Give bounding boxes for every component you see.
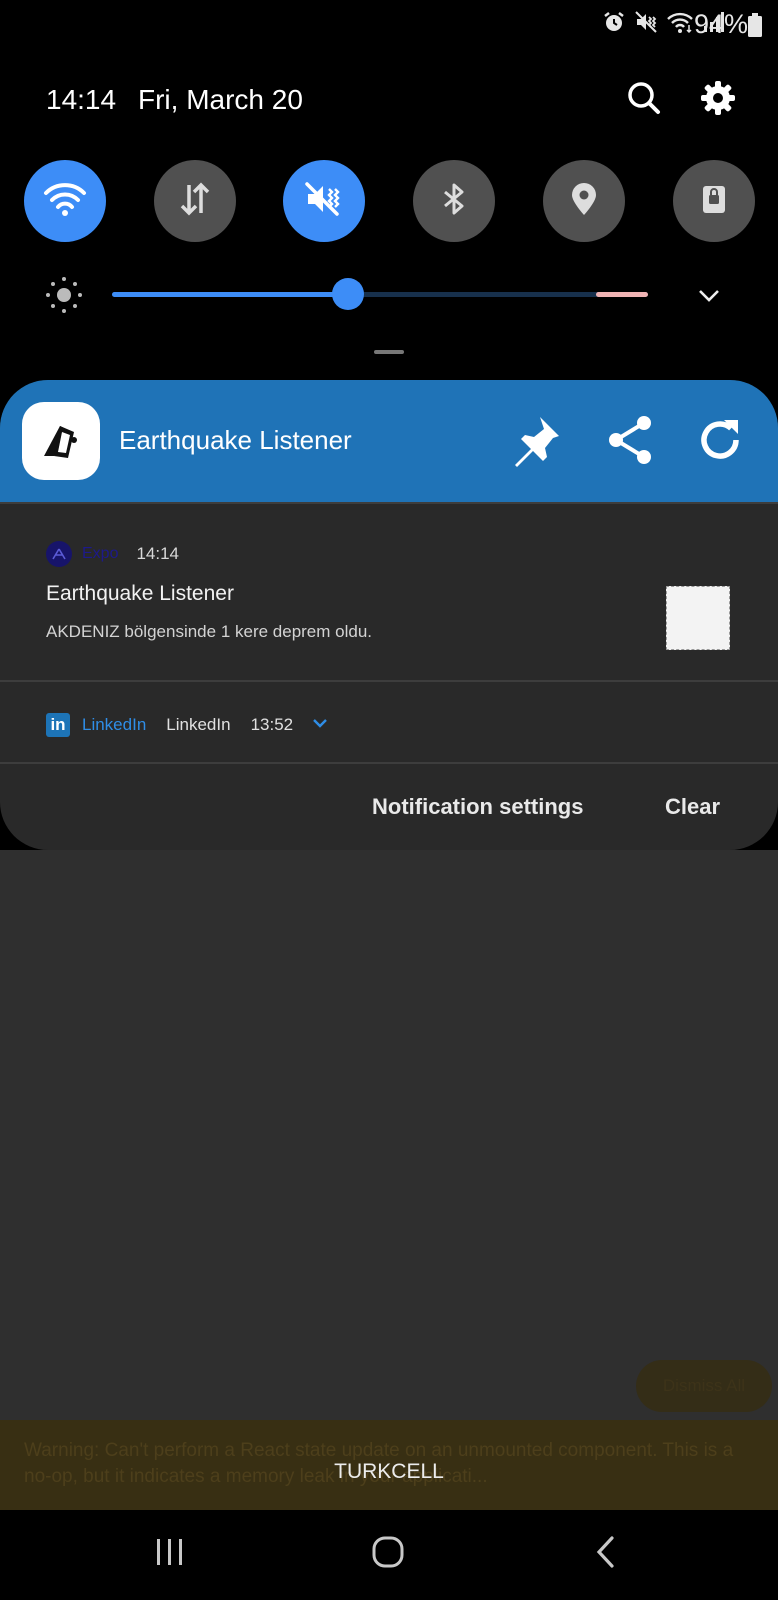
vibrate-icon [304,181,344,222]
source-app-name: Expo [82,545,119,562]
battery-percentage: 94% [693,9,748,39]
notification-time: 14:14 [136,544,180,563]
wifi-icon [43,181,87,222]
lock-icon [696,181,732,222]
navigation-bar [0,1510,778,1600]
gear-icon [700,80,736,121]
notification-title: LinkedIn [166,715,231,734]
clock: 14:14 [46,84,117,115]
battery-icon [748,13,762,42]
wifi-icon [666,10,694,39]
bluetooth-tile[interactable] [413,160,495,242]
date: Fri, March 20 [138,84,303,115]
notification-body: AKDENIZ bölgensinde 1 kere deprem oldu. [46,622,373,641]
home-button[interactable] [358,1532,418,1576]
panel-header: 14:14 Fri, March 20 [0,80,778,120]
mobile-data-tile[interactable] [154,160,236,242]
panel-drag-handle[interactable] [374,350,404,354]
alarm-icon [602,10,626,39]
settings-button[interactable] [698,80,738,120]
expo-icon [46,541,72,567]
notification-thumbnail [666,586,730,650]
divider [0,762,778,764]
clear-button[interactable]: Clear [665,794,720,820]
home-icon [371,1535,405,1574]
status-bar: 94% [0,0,778,48]
wifi-tile[interactable] [24,160,106,242]
notification-title: Earthquake Listener [46,582,234,605]
screen-lock-tile[interactable] [673,160,755,242]
expand-chevron-icon[interactable] [696,282,722,313]
back-button[interactable] [576,1532,636,1576]
sound-tile[interactable] [283,160,365,242]
bluetooth-icon [436,181,472,222]
brightness-slider-max-segment [596,292,648,297]
location-pin-icon [566,181,602,222]
quick-settings-tiles [24,160,756,242]
linkedin-notification[interactable]: in LinkedIn LinkedIn 13:52 [46,713,329,737]
location-tile[interactable] [543,160,625,242]
source-app-name: LinkedIn [82,715,147,734]
brightness-slider-thumb[interactable] [331,278,364,310]
linkedin-icon: in [46,713,70,737]
expand-chevron-icon[interactable] [311,714,329,737]
brightness-sun-icon [45,276,83,319]
dismiss-all-button[interactable]: Dismiss All [636,1360,772,1412]
expo-notification[interactable]: Expo 14:14 Earthquake Listener AKDENIZ b… [0,380,778,680]
search-button[interactable] [624,80,664,120]
notification-settings-button[interactable]: Notification settings [372,794,583,820]
notification-time: 13:52 [250,715,294,734]
notification-source: Expo 14:14 [46,541,179,567]
recent-apps-icon [153,1537,187,1572]
vibrate-icon [634,10,658,39]
brightness-control [0,270,778,320]
notification-panel: Earthquake Listener Expo 14:14 Earthquak… [0,380,778,850]
divider [0,680,778,682]
brightness-slider-fill [112,292,348,297]
brightness-slider[interactable] [112,278,648,310]
carrier-label: TURKCELL [334,1460,444,1483]
back-icon [593,1535,619,1574]
data-arrows-icon [177,181,213,222]
recent-apps-button[interactable] [140,1532,200,1576]
search-icon [626,80,662,121]
